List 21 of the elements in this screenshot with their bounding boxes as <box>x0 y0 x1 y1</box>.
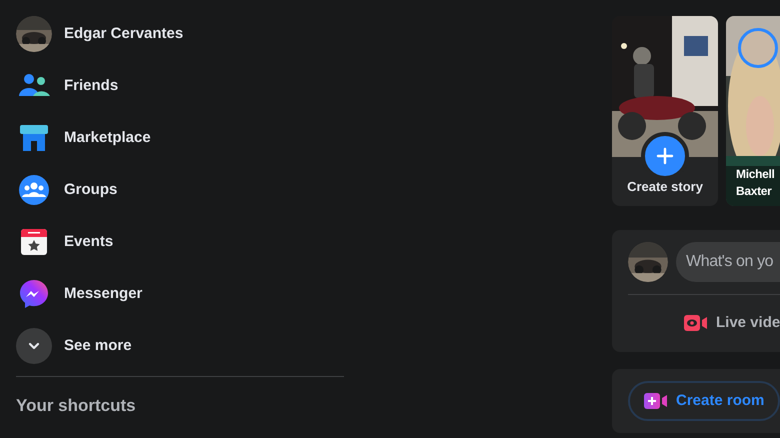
sidebar-item[interactable]: Events <box>16 224 360 260</box>
plus-icon <box>656 147 674 165</box>
avatar-icon <box>628 242 668 282</box>
profile-link[interactable]: Edgar Cervantes <box>16 16 360 52</box>
sidebar-item[interactable]: See more <box>16 328 360 364</box>
story-card[interactable]: Michell Baxter <box>726 16 780 206</box>
shortcuts-heading: Your shortcuts <box>16 395 137 417</box>
avatar-icon <box>16 16 52 52</box>
create-room-button[interactable]: Create room <box>628 381 780 421</box>
sidebar-item[interactable]: Marketplace <box>16 120 360 156</box>
story-card[interactable]: Create story <box>612 16 718 206</box>
sidebar-item[interactable]: Messenger <box>16 276 360 312</box>
live-video-button[interactable]: Live vide <box>684 305 780 341</box>
story-label: Michell Baxter <box>736 166 775 200</box>
sidebar-item[interactable]: Groups <box>16 172 360 208</box>
story-label: Create story <box>626 178 704 196</box>
sidebar-item[interactable]: Friends <box>16 68 360 104</box>
post-input-field[interactable]: What's on yo <box>676 242 780 282</box>
video-camera-icon <box>684 313 708 333</box>
video-plus-icon <box>644 392 668 410</box>
groups-icon <box>16 172 52 208</box>
